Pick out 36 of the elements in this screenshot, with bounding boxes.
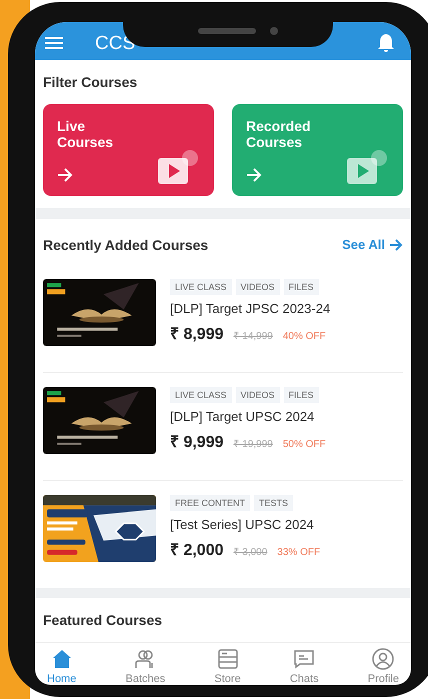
course-title[interactable]: [DLP] Target UPSC 2024 [170, 408, 326, 424]
course-tag: LIVE CLASS [170, 386, 232, 403]
nav-tab[interactable]: Chats [290, 642, 319, 685]
nav-tab[interactable]: Store [214, 642, 241, 685]
original-price: ₹ 14,999 [233, 330, 273, 342]
course-tag: FREE CONTENT [170, 494, 250, 511]
arrow-icon [389, 238, 403, 251]
course-tag: TESTS [254, 494, 294, 511]
recorded-courses-card[interactable]: Recorded Courses [232, 104, 403, 196]
profile-icon [371, 646, 396, 671]
discount-label: 50% OFF [282, 438, 326, 450]
nav-tab[interactable]: Home [47, 642, 76, 685]
nav-tab[interactable]: Batches [126, 642, 166, 685]
course-price: ₹ 2,000 [170, 540, 224, 560]
course-tag: VIDEOS [236, 278, 280, 295]
course-tag: LIVE CLASS [170, 278, 232, 295]
course-tag: FILES [284, 278, 319, 295]
section-heading: Recently Added Courses [43, 236, 208, 253]
arrow-icon [246, 168, 262, 182]
discount-label: 40% OFF [282, 330, 326, 342]
course-price: ₹ 9,999 [170, 432, 224, 452]
arrow-icon [57, 168, 73, 182]
nav-tab[interactable]: Profile [368, 642, 399, 685]
discount-label: 33% OFF [277, 546, 320, 558]
course-tag: FILES [284, 386, 319, 403]
original-price: ₹ 3,000 [233, 546, 268, 558]
live-courses-card[interactable]: Live Courses [43, 104, 214, 196]
course-price: ₹ 8,999 [170, 324, 224, 344]
course-title[interactable]: [Test Series] UPSC 2024 [170, 516, 320, 532]
store-icon [216, 646, 240, 671]
course-tag: VIDEOS [236, 386, 280, 403]
section-heading: Filter Courses [43, 74, 138, 90]
course-title[interactable]: [DLP] Target JPSC 2023-24 [170, 300, 330, 316]
see-all-link[interactable]: See All [342, 237, 403, 252]
section-heading: Featured Courses [43, 612, 164, 628]
original-price: ₹ 19,999 [233, 438, 273, 450]
